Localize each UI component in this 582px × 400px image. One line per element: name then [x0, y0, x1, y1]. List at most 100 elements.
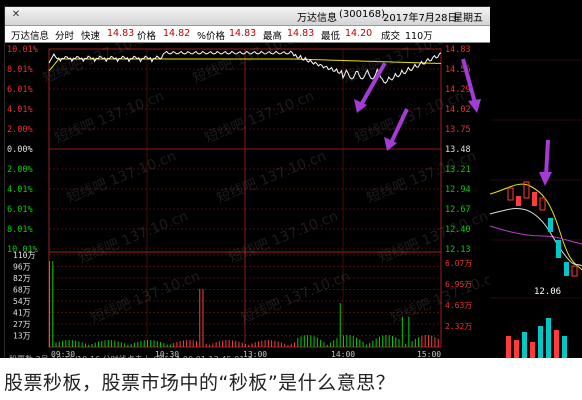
volume-bar	[398, 339, 400, 347]
side-kline-svg: 12.06	[490, 59, 582, 358]
watermark-text: 短线吧 137.10.cn	[239, 268, 353, 326]
volume-right-tick-label: 6.07万	[445, 259, 472, 268]
volume-bar	[264, 340, 266, 347]
volume-bar	[333, 340, 335, 347]
volume-bar	[414, 338, 416, 347]
watermark-layer: 短线吧 137.10.cn 短线吧 137.10.cn 短线吧 137.10.cn短…	[41, 28, 491, 326]
volume-bar	[303, 335, 305, 347]
price-tick-label: 12.94	[445, 185, 471, 195]
volume-bar	[68, 340, 70, 347]
volume-bar	[163, 343, 165, 347]
volume-bar	[362, 341, 364, 347]
volume-tick-label: 27万	[13, 320, 31, 329]
price-tick-label: 12.67	[445, 205, 471, 215]
volume-bar	[215, 342, 217, 347]
watermark-text: 短线吧 137.10.cn	[191, 43, 305, 87]
side-volume-bar	[522, 332, 527, 358]
volume-bar	[62, 340, 64, 347]
volume-bar	[320, 339, 322, 347]
intraday-chart[interactable]: 10.01% 8.01% 6.01% 4.01% 2.00% 0.00% 2.00% 4.01…	[5, 28, 491, 361]
volume-bar	[78, 341, 80, 347]
volume-bar	[114, 340, 116, 347]
price-tick-label: 13.75	[445, 125, 471, 135]
volume-bar	[310, 335, 312, 347]
intraday-chart-svg: 10.01% 8.01% 6.01% 4.01% 2.00% 0.00% 2.00% 4.01…	[7, 28, 491, 359]
watermark-text: 短线吧 137.10.cn	[41, 43, 155, 87]
volume-bar	[228, 340, 230, 347]
volume-bar	[427, 335, 429, 347]
percent-axis: 10.01% 8.01% 6.01% 4.01% 2.00% 0.00% 2.00% 4.01…	[7, 45, 38, 255]
volume-bar	[189, 340, 191, 347]
candle	[548, 218, 553, 232]
watermark-text: 短线吧 137.10.cn	[215, 148, 329, 206]
volume-bar	[147, 340, 148, 347]
side-volume-bar	[546, 318, 551, 358]
volume-bar	[133, 342, 135, 347]
volume-bar	[120, 342, 122, 347]
volume-bar	[91, 343, 93, 347]
volume-bar	[98, 341, 99, 347]
window-title-weekday: 星期五	[453, 13, 483, 24]
volume-bar	[313, 336, 315, 347]
volume-tick-label: 13万	[13, 332, 31, 341]
volume-bar	[258, 341, 260, 347]
volume-bar	[274, 340, 276, 347]
percent-tick-label: 8.01%	[7, 65, 33, 75]
ma-line-purple	[490, 225, 582, 245]
volume-bar	[434, 337, 436, 347]
price-label: 价格	[137, 31, 157, 42]
quote-value: 14.83	[107, 28, 135, 39]
volume-bar	[277, 341, 279, 347]
volume-bar	[329, 342, 331, 347]
volume-bar	[254, 342, 256, 347]
volume-bar	[235, 340, 237, 347]
volume-bar	[55, 342, 57, 347]
percent-tick-label: 6.01%	[7, 205, 33, 215]
volume-bar	[130, 344, 132, 347]
volume-bar	[160, 342, 162, 347]
side-price-label: 12.06	[534, 287, 561, 297]
pct-value: 14.83	[229, 28, 257, 39]
candle	[532, 192, 537, 206]
volume-bar	[336, 338, 338, 347]
volume-bar	[104, 340, 106, 347]
watermark-text: 短线吧 137.10.cn	[53, 88, 167, 146]
percent-tick-label: 2.00%	[7, 125, 33, 135]
side-volume-bar	[554, 330, 559, 358]
tab-stock-name[interactable]: 万达信息	[11, 28, 49, 42]
volume-bar	[176, 341, 178, 347]
watermark-text: 短线吧 137.10.cn	[341, 43, 455, 87]
volume-tick-label: 96万	[13, 263, 31, 272]
tab-quick[interactable]: 快速	[81, 28, 100, 42]
volume-bar	[267, 340, 269, 347]
volume-tick-label: 110万	[13, 251, 35, 260]
side-volume-bar	[538, 326, 543, 358]
close-icon[interactable]: ✕	[9, 8, 23, 22]
ma-line-white	[490, 208, 582, 267]
volume-bar	[359, 339, 361, 347]
percent-tick-label: 4.01%	[7, 185, 33, 195]
volume-bar	[349, 335, 351, 347]
volume-bar	[421, 335, 423, 347]
volume-bar	[212, 343, 214, 347]
volume-bar	[150, 340, 152, 347]
volume-bar	[352, 336, 354, 347]
volume-bar	[241, 342, 243, 347]
low-value: 14.20	[345, 28, 373, 39]
volume-bar	[251, 343, 253, 347]
volume-bar	[127, 344, 129, 347]
volume-bar	[424, 335, 426, 347]
volume-bar	[388, 335, 390, 347]
tab-intraday[interactable]: 分时	[55, 28, 74, 42]
candle	[507, 187, 514, 201]
price-tick-label: 12.13	[445, 245, 471, 255]
volume-bar	[408, 317, 410, 347]
volume-bar	[218, 341, 220, 347]
volume-bar	[101, 340, 103, 347]
percent-tick-label: 2.00%	[7, 165, 33, 175]
candle	[516, 196, 521, 206]
volume-tick-label: 41万	[13, 309, 31, 318]
volume-bar	[225, 340, 227, 347]
quote-infobar: 万达信息 分时 快速 14.83 价格 14.82 %价格 14.83 最高 1…	[5, 26, 491, 43]
volume-bar	[405, 343, 407, 347]
